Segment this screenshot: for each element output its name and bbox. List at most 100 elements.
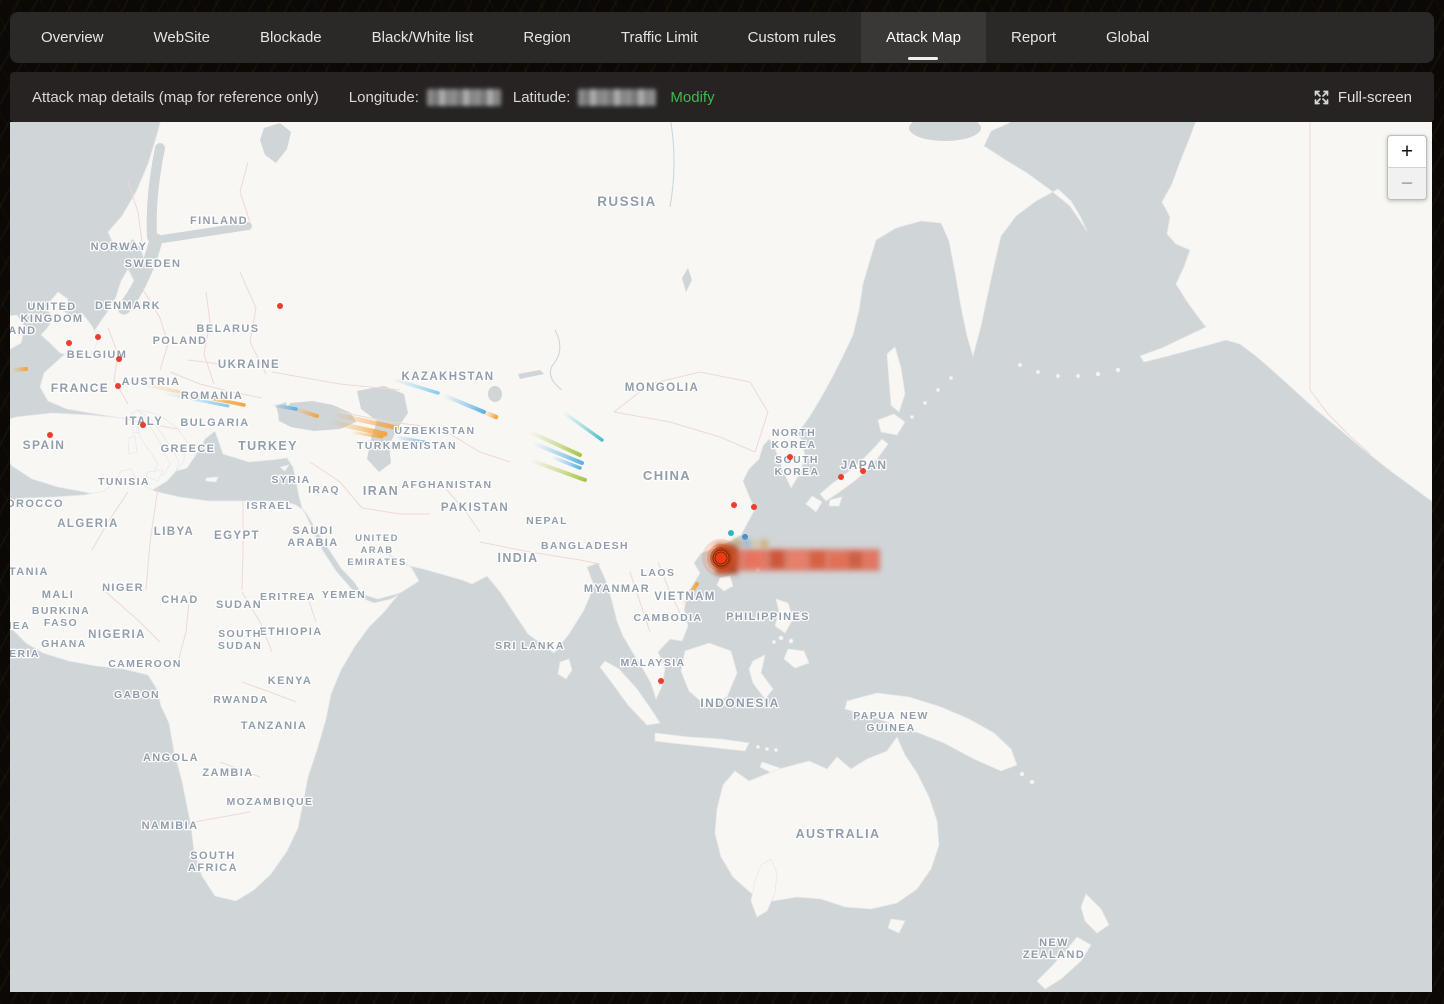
- country-label: GABON: [114, 689, 160, 701]
- world-map-svg: RUSSIAFINLANDNORWAYSWEDENDENMARKUNITEDKI…: [10, 122, 1432, 992]
- country-label: OROCCO: [10, 498, 64, 510]
- map-zoom-control: + −: [1387, 135, 1427, 200]
- country-label: UZBEKISTAN: [395, 425, 476, 437]
- country-label: RITANIA: [10, 566, 49, 578]
- country-label: ANGOLA: [143, 752, 199, 764]
- country-label: AFGHANISTAN: [401, 479, 492, 491]
- tab-attack-map[interactable]: Attack Map: [861, 12, 986, 63]
- country-label: NORTHKOREA: [772, 427, 817, 451]
- country-label: ISRAEL: [247, 500, 294, 512]
- attack-source-dot: [728, 530, 734, 536]
- country-label: IRAQ: [308, 484, 340, 496]
- country-label: KENYA: [268, 675, 313, 687]
- country-label: POLAND: [153, 335, 208, 347]
- country-label: GHANA: [41, 638, 87, 650]
- latitude-value-redacted: [578, 89, 656, 106]
- country-label: YEMEN: [322, 589, 366, 601]
- country-label: SOUTHAFRICA: [188, 850, 238, 874]
- attack-source-dot: [751, 504, 757, 510]
- attack-source-dot: [47, 432, 53, 438]
- tab-global[interactable]: Global: [1081, 12, 1174, 63]
- modify-link[interactable]: Modify: [670, 89, 714, 106]
- country-label: FRANCE: [51, 381, 109, 395]
- country-label: BELARUS: [197, 323, 260, 335]
- country-label: FINLAND: [190, 215, 248, 227]
- country-label: GREECE: [161, 443, 216, 455]
- country-label: INDONESIA: [700, 696, 779, 710]
- attack-map-toolbar: Attack map details (map for reference on…: [10, 72, 1434, 122]
- country-label: INDIA: [497, 551, 538, 565]
- country-label: NIGER: [102, 582, 144, 594]
- attack-source-dot: [277, 303, 283, 309]
- attack-trail: [12, 369, 26, 370]
- country-label: SAUDIARABIA: [287, 525, 338, 549]
- country-label: UKRAINE: [218, 359, 280, 371]
- tab-overview[interactable]: Overview: [16, 12, 129, 63]
- tab-website[interactable]: WebSite: [129, 12, 235, 63]
- country-label: SOUTHSUDAN: [218, 628, 262, 652]
- country-label: CHINA: [643, 468, 691, 483]
- country-label: NIGERIA: [88, 629, 146, 641]
- tab-black-white-list[interactable]: Black/White list: [347, 12, 499, 63]
- attack-source-dot: [116, 356, 122, 362]
- country-label: CHAD: [161, 594, 198, 606]
- country-label: RWANDA: [213, 694, 268, 706]
- tab-traffic-limit[interactable]: Traffic Limit: [596, 12, 723, 63]
- country-label: BULGARIA: [180, 417, 249, 429]
- tab-blockade[interactable]: Blockade: [235, 12, 347, 63]
- tab-region[interactable]: Region: [498, 12, 596, 63]
- zoom-in-button[interactable]: +: [1388, 136, 1426, 167]
- attack-source-dot: [838, 474, 844, 480]
- country-label: SUDAN: [216, 599, 262, 611]
- attack-source-dot: [731, 502, 737, 508]
- country-label: ROMANIA: [181, 390, 243, 402]
- country-label: AUSTRIA: [122, 376, 181, 388]
- country-label: BERIA: [10, 648, 40, 660]
- country-label: ETHIOPIA: [259, 626, 322, 638]
- country-label: NEA: [10, 620, 30, 632]
- fullscreen-icon: [1313, 89, 1330, 106]
- zoom-out-button[interactable]: −: [1388, 167, 1426, 199]
- tab-bar: OverviewWebSiteBlockadeBlack/White listR…: [10, 12, 1434, 63]
- country-label: TANZANIA: [241, 720, 308, 732]
- attack-source-dot: [115, 383, 121, 389]
- country-label: SYRIA: [271, 474, 310, 486]
- country-label: TUNISIA: [98, 476, 150, 488]
- country-label: MALI: [42, 589, 74, 601]
- country-label: TURKMENISTAN: [357, 440, 457, 452]
- attack-source-dot: [658, 678, 664, 684]
- country-label: SWEDEN: [125, 258, 182, 270]
- fullscreen-label: Full-screen: [1338, 89, 1412, 106]
- country-label: ALGERIA: [57, 518, 119, 530]
- longitude-label: Longitude:: [349, 89, 419, 106]
- tab-custom-rules[interactable]: Custom rules: [723, 12, 861, 63]
- country-label: MALAYSIA: [620, 657, 685, 669]
- country-label: TURKEY: [238, 439, 298, 453]
- attack-source-dot: [860, 468, 866, 474]
- tab-report[interactable]: Report: [986, 12, 1081, 63]
- country-label: IRAN: [363, 484, 399, 498]
- country-label: ELAND: [10, 325, 36, 337]
- country-label: LIBYA: [154, 526, 194, 538]
- toolbar-title: Attack map details (map for reference on…: [32, 89, 319, 106]
- country-label: MONGOLIA: [625, 382, 699, 394]
- country-label: LAOS: [641, 567, 676, 579]
- attack-target-marker: [702, 539, 740, 577]
- country-label: NEPAL: [526, 515, 568, 527]
- country-label: RUSSIA: [597, 194, 656, 209]
- fullscreen-button[interactable]: Full-screen: [1313, 89, 1412, 106]
- country-label: UNITEDKINGDOM: [21, 301, 84, 325]
- country-label: KAZAKHSTAN: [401, 371, 494, 383]
- attack-source-dot: [140, 422, 146, 428]
- attack-map-canvas[interactable]: RUSSIAFINLANDNORWAYSWEDENDENMARKUNITEDKI…: [10, 122, 1432, 992]
- country-label: AUSTRALIA: [796, 827, 881, 841]
- country-label: PAKISTAN: [441, 502, 509, 514]
- country-label: BANGLADESH: [541, 540, 629, 552]
- attack-source-dot: [787, 454, 793, 460]
- country-label: NORWAY: [91, 241, 148, 253]
- country-label: MYANMAR: [584, 583, 650, 595]
- country-label: ERITREA: [260, 591, 316, 603]
- country-label: CAMBODIA: [634, 612, 703, 624]
- country-label: SPAIN: [23, 438, 66, 452]
- country-label: SOUTHKOREA: [775, 454, 820, 478]
